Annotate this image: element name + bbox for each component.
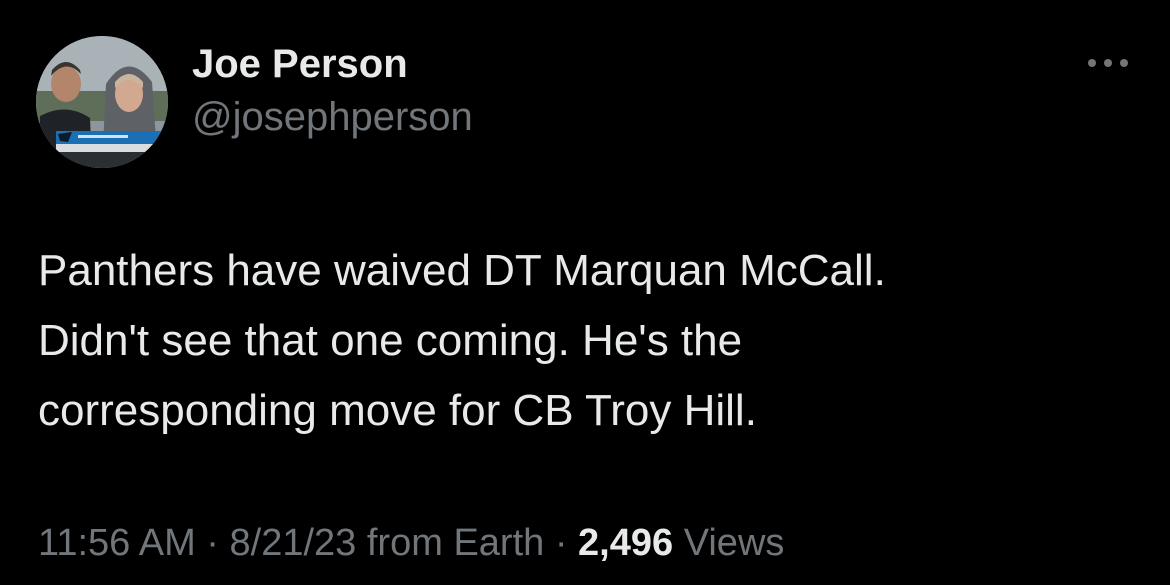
meta-separator-2: · [554,522,568,564]
author-handle[interactable]: @josephperson [192,90,473,144]
more-horizontal-icon [1088,59,1128,67]
views-count[interactable]: 2,496 [578,522,673,564]
author-block: Joe Person @josephperson [192,38,473,144]
tweet-text: Panthers have waived DT Marquan McCall. … [38,246,886,435]
source-prefix: from [366,522,443,564]
meta-separator: · [206,522,219,564]
tweet-time[interactable]: 11:56 AM [38,522,196,564]
tweet-card: Joe Person @josephperson Panthers have w… [0,0,1170,585]
author-display-name[interactable]: Joe Person [192,38,473,90]
tweet-source: Earth [453,522,545,564]
meta-separator [544,522,555,564]
avatar[interactable] [36,36,168,168]
tweet-metadata: 11:56 AM · 8/21/23 from Earth · 2,496 Vi… [38,517,784,569]
more-options-button[interactable] [1080,48,1136,78]
avatar-photo [36,36,168,168]
views-label[interactable]: Views [684,522,785,564]
tweet-date[interactable]: 8/21/23 [230,522,357,564]
